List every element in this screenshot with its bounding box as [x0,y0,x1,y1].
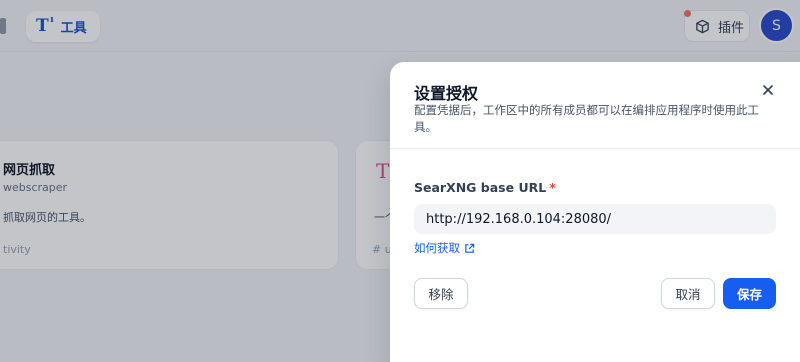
close-button[interactable] [758,80,778,100]
how-to-get-link[interactable]: 如何获取 [414,240,475,256]
field-label: SearXNG base URL * [414,180,556,195]
field-label-text: SearXNG base URL [414,180,547,195]
divider [390,148,800,149]
close-icon [763,85,773,95]
cancel-button[interactable]: 取消 [661,278,715,309]
external-link-icon [465,243,475,253]
remove-button[interactable]: 移除 [414,278,468,309]
authorization-panel: 设置授权 配置凭据后，工作区中的所有成员都可以在编排应用程序时使用此工具。 Se… [390,62,800,362]
panel-title: 设置授权 [414,84,479,103]
searxng-url-input[interactable] [414,204,776,234]
required-mark: * [549,180,556,195]
how-to-get-label: 如何获取 [414,241,460,255]
panel-description: 配置凭据后，工作区中的所有成员都可以在编排应用程序时使用此工具。 [414,103,759,134]
save-button[interactable]: 保存 [723,278,776,309]
